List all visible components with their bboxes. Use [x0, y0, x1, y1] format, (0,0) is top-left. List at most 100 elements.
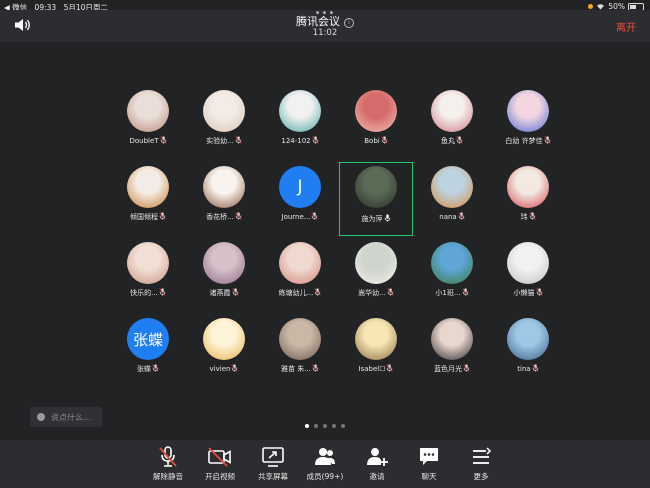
avatar — [203, 242, 245, 284]
avatar — [355, 166, 397, 208]
avatar — [279, 242, 321, 284]
avatar — [127, 242, 169, 284]
participant-tile[interactable]: 鱼丸 — [416, 90, 488, 162]
participant-tile[interactable]: 实验幼... — [188, 90, 260, 162]
participant-name-text: 练塘幼儿... — [278, 289, 314, 297]
invite-label: 邀请 — [369, 472, 385, 481]
page-dot[interactable] — [332, 424, 336, 428]
mic-muted-icon — [312, 136, 319, 144]
mic-muted-icon — [311, 212, 319, 220]
participant-name: 124-102 — [264, 136, 336, 145]
mic-muted-icon — [235, 212, 242, 220]
participant-tile[interactable]: 倾国倾程 — [112, 166, 184, 238]
emoji-icon[interactable] — [37, 413, 45, 421]
mic-muted-icon — [463, 364, 470, 372]
participant-tile[interactable]: vivien — [188, 318, 260, 390]
invite-button[interactable]: 邀请 — [347, 446, 407, 482]
mic-muted-icon — [159, 136, 167, 144]
avatar — [279, 90, 321, 132]
members-button[interactable]: 成员(99+) — [295, 446, 355, 482]
meeting-title: 腾讯会议 — [296, 15, 340, 28]
participant-tile[interactable]: 张蝶 张蝶 — [112, 318, 184, 390]
share-screen-button[interactable]: 共享屏幕 — [243, 446, 303, 482]
participant-name: 快乐的... — [112, 288, 184, 298]
more-button[interactable]: 更多 — [451, 446, 511, 482]
mic-muted-icon — [458, 212, 465, 220]
participant-tile[interactable]: 白幼 许梦佳 — [492, 90, 564, 162]
avatar: J — [279, 166, 321, 208]
avatar — [355, 242, 397, 284]
avatar — [507, 90, 549, 132]
participant-name-text: 雅苗 朱... — [281, 365, 311, 373]
avatar — [127, 90, 169, 132]
participant-name: tina — [492, 364, 564, 373]
avatar — [431, 90, 473, 132]
avatar — [507, 166, 549, 208]
members-label: 成员(99+) — [306, 472, 344, 481]
participant-tile[interactable]: Isabel☐ — [340, 318, 412, 390]
participant-tile[interactable]: 快乐的... — [112, 242, 184, 314]
avatar — [127, 166, 169, 208]
participant-name-text: Bobi — [364, 137, 380, 145]
avatar — [279, 318, 321, 360]
participant-name-text: Isabel☐ — [358, 365, 386, 373]
mic-muted-icon — [231, 364, 239, 372]
chat-button[interactable]: 聊天 — [399, 446, 459, 482]
participant-tile[interactable]: 练塘幼儿... — [264, 242, 336, 314]
page-dot[interactable] — [305, 424, 309, 428]
unmute-button[interactable]: 解除静音 — [138, 446, 198, 482]
mic-muted-icon — [159, 212, 166, 220]
participant-name: 鱼丸 — [416, 136, 488, 146]
participant-name-text: tina — [517, 365, 531, 373]
participant-tile[interactable]: 诸燕霞 — [188, 242, 260, 314]
participant-name: 香花桥... — [188, 212, 260, 222]
participant-tile[interactable]: 蓝色月光 — [416, 318, 488, 390]
chat-icon — [420, 448, 438, 465]
participant-name-text: 蓝色月光 — [434, 365, 462, 373]
participant-name: vivien — [188, 364, 260, 373]
participant-name: Isabel☐ — [340, 364, 412, 373]
participant-tile[interactable]: 玮 — [492, 166, 564, 238]
participant-name-text: 玮 — [520, 213, 528, 221]
participant-name-text: 小懒猫 — [513, 289, 535, 297]
participant-tile[interactable]: 小1班... — [416, 242, 488, 314]
participant-tile[interactable]: DoubleT — [112, 90, 184, 162]
participant-name-text: 小1班... — [435, 289, 461, 297]
participant-tile[interactable]: Bobi — [340, 90, 412, 162]
participant-name: 小1班... — [416, 288, 488, 298]
participant-tile[interactable]: nana — [416, 166, 488, 238]
mic-muted-icon — [544, 136, 551, 144]
mic-off-icon — [159, 446, 177, 467]
participant-name-text: 嵩华幼... — [358, 289, 386, 297]
participant-name-text: 施为萍 — [361, 215, 383, 223]
participant-name: 玮 — [492, 212, 564, 222]
participant-tile[interactable]: 嵩华幼... — [340, 242, 412, 314]
start-video-button[interactable]: 开启视频 — [190, 446, 250, 482]
unmute-label: 解除静音 — [153, 472, 183, 481]
participant-name: Bobi — [340, 136, 412, 145]
page-dot[interactable] — [314, 424, 318, 428]
participant-tile[interactable]: tina — [492, 318, 564, 390]
avatar — [203, 318, 245, 360]
participant-tile[interactable]: 小懒猫 — [492, 242, 564, 314]
participant-tile[interactable]: 124-102 — [264, 90, 336, 162]
start-video-label: 开启视频 — [205, 472, 235, 481]
mic-muted-icon — [387, 288, 394, 296]
info-icon[interactable]: i — [344, 18, 354, 28]
participant-tile[interactable]: J Journe... — [264, 166, 336, 238]
participant-tile[interactable]: 香花桥... — [188, 166, 260, 238]
mic-muted-icon — [381, 136, 388, 144]
bottom-toolbar: 解除静音 开启视频 共享屏幕 成员(99+) 邀请 聊天 更多 — [0, 440, 650, 488]
mic-muted-icon — [235, 136, 242, 144]
participant-name-text: 白幼 许梦佳 — [505, 137, 543, 145]
participant-name-text: DoubleT — [129, 137, 159, 145]
participant-tile[interactable]: 施为萍 — [339, 162, 413, 236]
wifi-icon — [597, 4, 605, 10]
page-dot[interactable] — [341, 424, 345, 428]
page-dot[interactable] — [323, 424, 327, 428]
share-screen-icon — [262, 447, 284, 467]
participant-tile[interactable]: 雅苗 朱... — [264, 318, 336, 390]
participant-name: 诸燕霞 — [188, 288, 260, 298]
leave-button[interactable]: 离开 — [616, 19, 636, 34]
participant-name-text: 快乐的... — [130, 289, 158, 297]
